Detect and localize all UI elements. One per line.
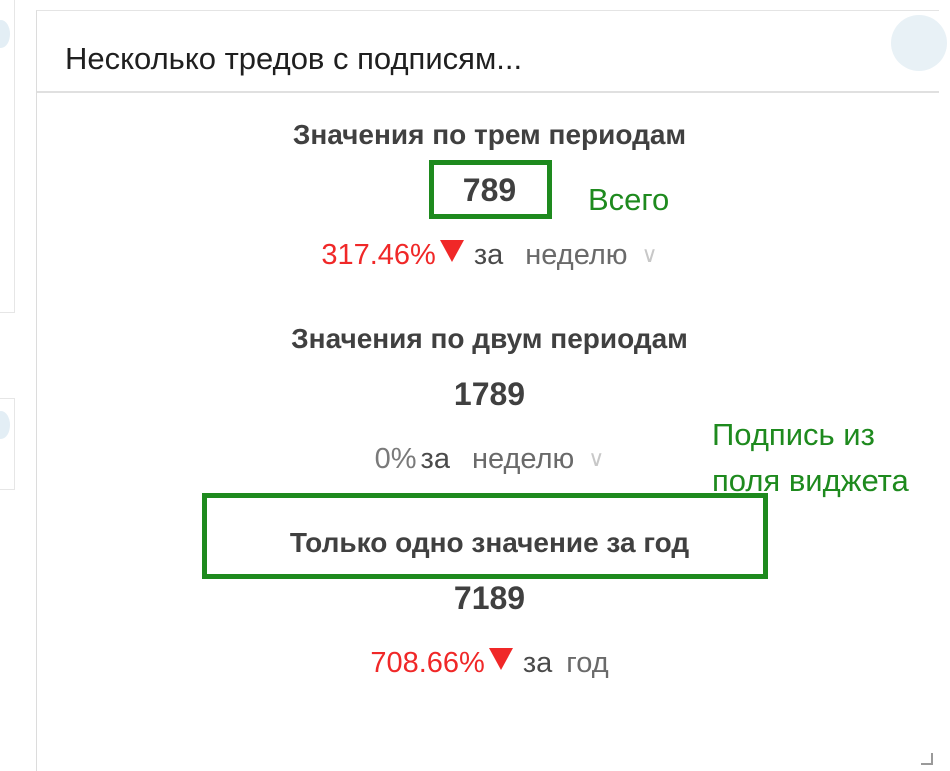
annotation-box-total [429, 160, 552, 219]
metric-1-period-select[interactable]: неделю ∨ [525, 239, 657, 271]
arrow-down-icon [488, 648, 513, 670]
widget-menu-icon[interactable] [891, 15, 947, 71]
metric-2-value: 1789 [453, 376, 526, 412]
metric-3-change: 708.66% [370, 647, 485, 679]
metric-1-word: за [473, 239, 504, 271]
metric-2-change: 0% [374, 443, 417, 475]
metric-1-period-label: неделю [525, 239, 628, 271]
metric-3-period-label: год [566, 647, 609, 679]
annotation-caption-line2: поля виджета [712, 463, 909, 498]
metric-1-trend: 317.46% за неделю ∨ [37, 239, 942, 272]
metric-2-period-label: неделю [471, 443, 575, 475]
resize-handle[interactable] [921, 753, 933, 765]
metric-2-subtitle: Значения по двум периодам [291, 323, 688, 354]
annotation-box-caption [202, 493, 768, 579]
chevron-down-icon: ∨ [641, 242, 658, 267]
neighbor-widget-icon [0, 20, 10, 48]
metric-2-period-select[interactable]: неделю ∨ [472, 443, 604, 475]
chevron-down-icon: ∨ [588, 446, 605, 471]
metric-1-change: 317.46% [321, 239, 436, 271]
widget-header: Несколько тредов с подписям... [37, 11, 947, 93]
metric-3-word: за [522, 647, 553, 679]
annotation-caption-line1: Подпись из [712, 417, 875, 452]
metric-3-value: 7189 [453, 580, 526, 616]
annotation-total-label: Всего [588, 182, 670, 217]
neighbor-widget-edge-top [0, 0, 15, 313]
neighbor-widget-icon [0, 411, 10, 439]
arrow-down-icon [439, 240, 464, 262]
metric-3-trend: 708.66% за год [37, 647, 942, 680]
widget-title: Несколько тредов с подписям... [65, 41, 523, 76]
neighbor-widget-edge-middle [0, 398, 15, 490]
kpi-widget: Несколько тредов с подписям... Значения … [36, 10, 947, 771]
metric-1-subtitle: Значения по трем периодам [292, 119, 687, 150]
metric-2-word: за [420, 443, 450, 475]
